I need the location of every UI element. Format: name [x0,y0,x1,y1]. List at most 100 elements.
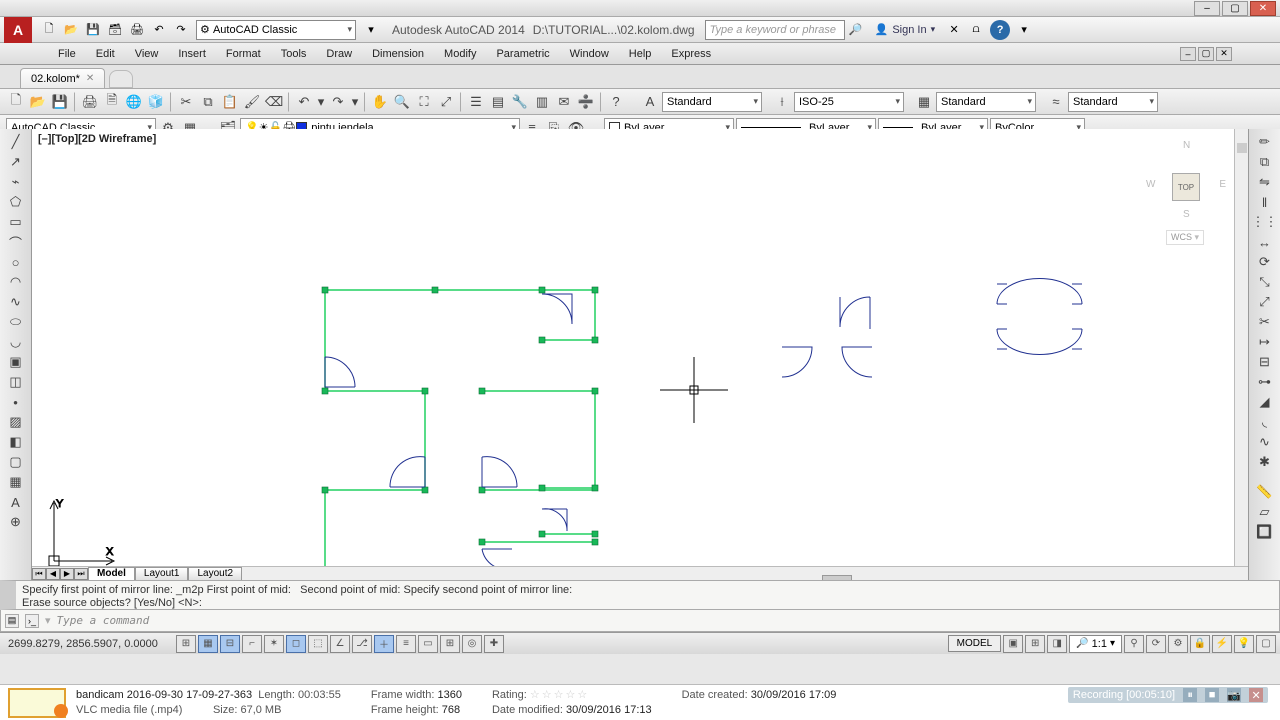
coords-readout[interactable]: 2699.8279, 2856.5907, 0.0000 [4,638,174,650]
scale-icon[interactable]: ⤡ [1254,273,1276,291]
workspace-combo[interactable]: ⚙ AutoCAD Classic [196,20,356,40]
doc-minimize-button[interactable]: – [1180,47,1196,61]
zoomw-icon[interactable]: ⛶ [414,92,434,112]
menu-express[interactable]: Express [661,45,721,63]
hatch-icon[interactable]: ▨ [5,413,27,431]
zoomrt-icon[interactable]: 🔍 [392,92,412,112]
sc-icon[interactable]: ◎ [462,635,482,653]
mirror-icon[interactable]: ⇋ [1254,173,1276,191]
hardware-icon[interactable]: ⚡ [1212,635,1232,653]
erase-icon[interactable]: ⌫ [264,92,284,112]
close-tab-icon[interactable]: ✕ [86,73,94,84]
anno-scale-combo[interactable]: 🔎 1:1 ▾ [1069,635,1122,653]
3dosnap-icon[interactable]: ⬚ [308,635,328,653]
viewcube-s[interactable]: S [1183,209,1190,220]
explode-icon[interactable]: ✱ [1254,453,1276,471]
stretch-icon[interactable]: ⤢ [1254,293,1276,311]
signin-link[interactable]: 👤 Sign In ▾ [875,23,935,36]
join-icon[interactable]: ⊶ [1254,373,1276,391]
am-icon[interactable]: ✚ [484,635,504,653]
redo-icon[interactable]: ↷ [171,20,191,40]
tab-next-icon[interactable]: ▶ [60,568,74,580]
menu-parametric[interactable]: Parametric [486,45,559,63]
tablestyle-icon[interactable]: ▦ [914,92,934,112]
ducs-icon[interactable]: ⎇ [352,635,372,653]
dist-icon[interactable]: 📏 [1254,483,1276,501]
drawing-canvas[interactable]: [–][Top][2D Wireframe] [32,129,1248,580]
annovis-icon[interactable]: ⚲ [1124,635,1144,653]
add-tab-button[interactable] [109,70,133,88]
tablestyle-combo[interactable]: Standard [936,92,1036,112]
layout-tab-1[interactable]: Layout1 [135,567,189,581]
clean-icon[interactable]: ▢ [1256,635,1276,653]
rect-icon[interactable]: ▭ [5,213,27,231]
lwt-icon[interactable]: ≡ [396,635,416,653]
new-icon[interactable]: 🗋 [39,20,59,40]
qselect-icon[interactable]: 🔲 [1254,523,1276,541]
open-icon[interactable]: 📂 [61,20,81,40]
app-logo[interactable]: A [4,17,32,43]
cmd-history-icon[interactable]: ▤ [5,614,19,628]
layout-tab-2[interactable]: Layout2 [188,567,242,581]
viewcube-w[interactable]: W [1146,179,1155,190]
close-button[interactable]: ✕ [1250,1,1276,16]
search-input[interactable]: Type a keyword or phrase [705,20,845,40]
copy2-icon[interactable]: ⧉ [1254,153,1276,171]
workspace-arrow-icon[interactable]: ▾ [361,20,381,40]
rec-pause-icon[interactable]: ⏸ [1183,688,1197,702]
search-icon[interactable]: 🔎 [846,20,866,40]
doc-tab[interactable]: 02.kolom* ✕ [20,68,105,88]
snap-icon[interactable]: ▦ [198,635,218,653]
tp-icon[interactable]: 🔧 [510,92,530,112]
rotate-icon[interactable]: ⟳ [1254,253,1276,271]
tab-prev-icon[interactable]: ◀ [46,568,60,580]
open-icon[interactable]: 📂 [28,92,48,112]
mlstyle-combo[interactable]: Standard [1068,92,1158,112]
menu-tools[interactable]: Tools [271,45,317,63]
dyn-icon[interactable]: ＋ [374,635,394,653]
doc-restore-button[interactable]: ▢ [1198,47,1214,61]
toolbar-lock-icon[interactable]: 🔒 [1190,635,1210,653]
gradient-icon[interactable]: ◧ [5,433,27,451]
region-icon[interactable]: ▢ [5,453,27,471]
plot-icon[interactable]: 🖨 [80,92,100,112]
paste-icon[interactable]: 📋 [220,92,240,112]
circle-icon[interactable]: ○ [5,253,27,271]
save-icon[interactable]: 💾 [83,20,103,40]
pan-icon[interactable]: ✋ [370,92,390,112]
chamfer-icon[interactable]: ◢ [1254,393,1276,411]
polar-icon[interactable]: ✶ [264,635,284,653]
minimize-button[interactable]: – [1194,1,1220,16]
menu-window[interactable]: Window [560,45,619,63]
table-icon[interactable]: ▦ [5,473,27,491]
maximize-button[interactable]: ▢ [1222,1,1248,16]
tpy-icon[interactable]: ▭ [418,635,438,653]
grid2-icon[interactable]: ⊞ [1025,635,1045,653]
spline-icon[interactable]: ∿ [5,293,27,311]
revcloud-icon[interactable]: ◠ [5,273,27,291]
help2-icon[interactable]: ? [606,92,626,112]
viewcube-wcs[interactable]: WCS [1166,230,1204,245]
move-icon[interactable]: ↔ [1254,233,1276,251]
dc-icon[interactable]: ▤ [488,92,508,112]
doc-close-button[interactable]: ✕ [1216,47,1232,61]
cmd-prompt-icon[interactable]: ›_ [25,614,39,628]
block-icon[interactable]: ◫ [5,373,27,391]
view-cube[interactable]: N S W E TOP WCS [1144,135,1228,247]
rating-stars[interactable]: ☆☆☆☆☆ [530,689,589,701]
addsel-icon[interactable]: ⊕ [5,513,27,531]
command-input[interactable]: Type a command [57,614,150,627]
file-thumbnail[interactable] [8,688,66,718]
menu-help[interactable]: Help [619,45,662,63]
pline-icon[interactable]: ⌁ [5,173,27,191]
save-icon[interactable]: 💾 [50,92,70,112]
mlstyle-icon[interactable]: ≈ [1046,92,1066,112]
undo2-icon[interactable]: ↶ [294,92,314,112]
osnap-icon[interactable]: ◻ [286,635,306,653]
menu-insert[interactable]: Insert [168,45,216,63]
redo2-icon[interactable]: ↷ [328,92,348,112]
redo-arrow-icon[interactable]: ▾ [350,92,360,112]
infer-icon[interactable]: ⊞ [176,635,196,653]
erase2-icon[interactable]: ✏ [1254,133,1276,151]
area-icon[interactable]: ▱ [1254,503,1276,521]
